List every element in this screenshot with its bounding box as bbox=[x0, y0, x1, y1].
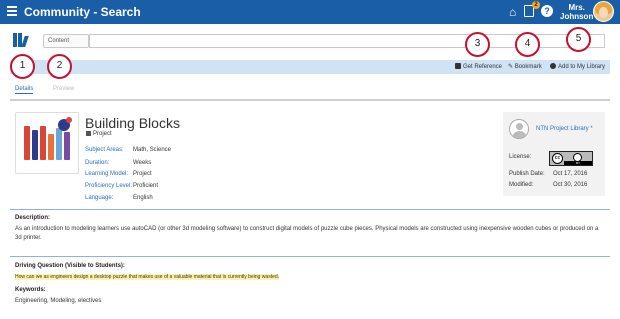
hamburger-menu-icon[interactable] bbox=[7, 6, 17, 18]
divider bbox=[10, 209, 610, 210]
cc-by-label: BY bbox=[564, 161, 592, 165]
page-title: Community - Search bbox=[24, 5, 141, 19]
cc-by-license-icon[interactable]: cc BY bbox=[549, 151, 593, 166]
meta-value: Math, Science bbox=[133, 147, 172, 153]
meta-value: Proficient bbox=[133, 183, 159, 189]
user-name[interactable]: Mrs. Johnson bbox=[560, 3, 593, 21]
driving-question-text: How can we as engineers design a desktop… bbox=[15, 273, 605, 282]
keywords-text: Engineering, Modeling, electives bbox=[15, 298, 102, 304]
resource-type-label: Project bbox=[93, 131, 112, 137]
resource-title: Building Blocks bbox=[85, 115, 180, 131]
modified-date-value: Oct 30, 2016 bbox=[553, 182, 588, 188]
notification-badge: 2 bbox=[532, 1, 540, 9]
license-row: License: bbox=[509, 154, 531, 160]
license-label: License: bbox=[509, 154, 532, 160]
publish-date-row: Publish Date: Oct 17, 2016 bbox=[509, 171, 587, 177]
user-avatar[interactable] bbox=[593, 1, 614, 22]
resource-info-card: NTN Project Library * License: cc BY Pub… bbox=[503, 112, 605, 196]
add-to-library-button[interactable]: Add to My Library bbox=[550, 63, 605, 70]
get-reference-label: Get Reference bbox=[463, 64, 503, 70]
meta-value: English bbox=[133, 195, 153, 201]
plus-circle-icon bbox=[550, 63, 556, 69]
divider bbox=[10, 99, 610, 101]
user-name-line1: Mrs. bbox=[568, 3, 585, 12]
callout-1: 1 bbox=[10, 54, 35, 79]
meta-label: Proficiency Level: bbox=[85, 183, 133, 189]
app-logo-icon[interactable] bbox=[13, 33, 29, 47]
callout-4: 4 bbox=[515, 32, 540, 57]
meta-label: Language: bbox=[85, 195, 114, 201]
callout-2: 2 bbox=[47, 54, 72, 79]
add-to-library-label: Add to My Library bbox=[558, 64, 606, 70]
keywords-title: Keywords: bbox=[15, 287, 46, 293]
description-text: As an introduction to modeling learners … bbox=[15, 226, 599, 241]
tab-details[interactable]: Details bbox=[15, 86, 34, 94]
resource-type: Project bbox=[86, 131, 112, 137]
driving-question-title: Driving Question (Visible to Students): bbox=[15, 263, 125, 269]
publish-date-value: Oct 17, 2016 bbox=[553, 171, 588, 177]
modified-date-label: Modified: bbox=[509, 182, 534, 188]
resource-thumbnail bbox=[15, 112, 79, 174]
cc-mark: cc bbox=[552, 153, 563, 164]
project-icon bbox=[86, 131, 91, 136]
callout-3: 3 bbox=[465, 32, 490, 57]
bookmark-label: Bookmark bbox=[514, 64, 542, 70]
divider bbox=[10, 256, 610, 257]
tab-preview[interactable]: Preview bbox=[53, 86, 74, 92]
library-link[interactable]: NTN Project Library * bbox=[536, 126, 593, 132]
publish-date-label: Publish Date: bbox=[509, 171, 545, 177]
meta-label: Learning Model: bbox=[85, 171, 129, 177]
meta-value: Project bbox=[133, 171, 152, 177]
home-icon[interactable]: ⌂ bbox=[509, 5, 516, 19]
meta-value: Weeks bbox=[133, 160, 152, 166]
bookmark-button[interactable]: ✎ Bookmark bbox=[508, 63, 542, 70]
modified-date-row: Modified: Oct 30, 2016 bbox=[509, 182, 587, 188]
pin-icon: ✎ bbox=[508, 64, 514, 70]
action-bar: Get Reference ✎ Bookmark Add to My Libra… bbox=[10, 60, 610, 74]
driving-question-highlight: How can we as engineers design a desktop… bbox=[15, 274, 280, 280]
library-link-label: NTN Project Library bbox=[536, 126, 589, 132]
meta-label: Subject Areas: bbox=[85, 147, 124, 153]
top-bar: Community - Search ⌂ 2 ? Mrs. Johnson bbox=[0, 0, 620, 24]
search-scope-label[interactable]: Content bbox=[43, 34, 89, 48]
callout-5: 5 bbox=[566, 27, 591, 52]
reference-icon bbox=[455, 63, 461, 69]
help-icon[interactable]: ? bbox=[541, 5, 553, 17]
description-title: Description: bbox=[15, 215, 51, 221]
library-link-mark: * bbox=[590, 126, 593, 132]
user-name-line2: Johnson bbox=[560, 12, 594, 21]
get-reference-button[interactable]: Get Reference bbox=[455, 63, 502, 70]
meta-label: Duration: bbox=[85, 160, 110, 166]
publisher-avatar-icon bbox=[509, 119, 529, 139]
